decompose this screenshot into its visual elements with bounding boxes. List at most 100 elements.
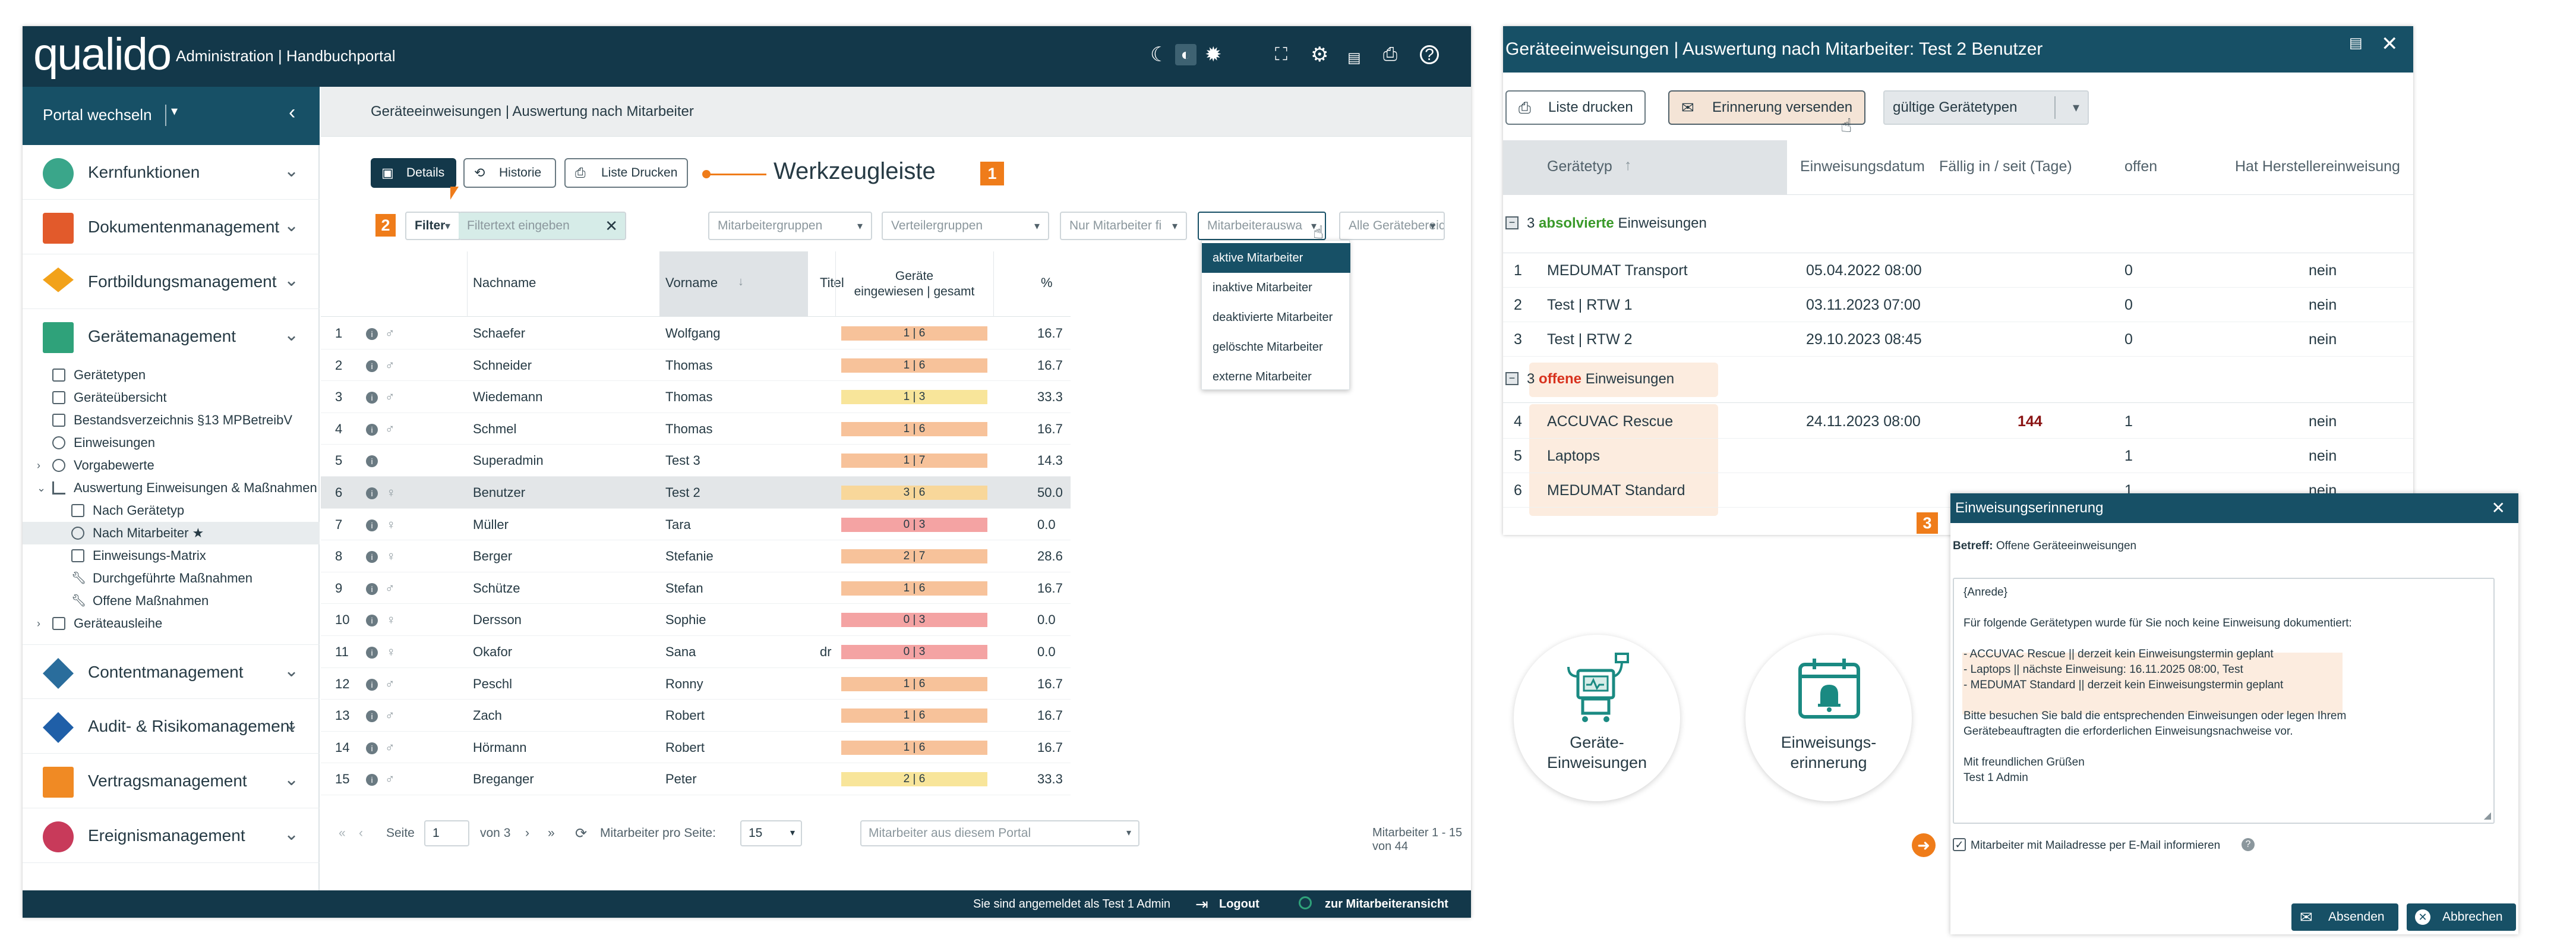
sidebar-item-nach-mitarbeiter[interactable]: Nach Mitarbeiter ★ (23, 522, 320, 544)
chevron-down-icon[interactable]: ⌄ (284, 769, 299, 790)
info-icon[interactable]: i (366, 423, 378, 436)
table-row[interactable]: 5 i Superadmin Test 3 1 | 7 14.3 (321, 445, 1071, 477)
info-icon[interactable]: i (366, 647, 378, 659)
table-row[interactable]: 8 i ♀ Berger Stefanie 2 | 7 28.6 (321, 540, 1071, 572)
table-row[interactable]: 3 i ♂ Wiedemann Thomas 1 | 3 33.3 (321, 381, 1071, 413)
clear-icon[interactable]: ✕ (605, 213, 618, 239)
portal-switch-label[interactable]: Portal wechseln (43, 106, 152, 124)
info-icon[interactable]: i (366, 615, 378, 627)
table-row[interactable]: 2 i ♂ Schneider Thomas 1 | 6 16.7 (321, 349, 1071, 382)
nur-mitarbeiter-select[interactable]: Nur Mitarbeiter fi ▾ (1060, 212, 1187, 240)
chevron-down-icon[interactable]: ⌄ (284, 714, 299, 735)
dropdown-option-inaktive[interactable]: inaktive Mitarbeiter (1202, 273, 1350, 303)
geraetebereiche-select[interactable]: Alle Gerätebereiche▾ (1339, 212, 1445, 240)
module-dokumentenmanagement[interactable]: Dokumentenmanagement ⌄ (23, 200, 320, 254)
header-hersteller[interactable]: Hat Herstellereinweisung (2235, 158, 2400, 175)
message-textarea[interactable]: {Anrede} Für folgende Gerätetypen wurde f… (1953, 578, 2495, 824)
info-icon[interactable]: i (366, 774, 378, 786)
pdf-icon[interactable]: ▤ (1347, 46, 1361, 70)
close-icon[interactable]: ✕ (2492, 493, 2505, 523)
close-icon[interactable]: ✕ (2381, 32, 2398, 56)
collapse-icon[interactable]: − (1505, 372, 1519, 385)
table-row[interactable]: 10 i ♀ Dersson Sophie 0 | 3 0.0 (321, 604, 1071, 636)
header-faellig[interactable]: Fällig in / seit (Tage) (1939, 158, 2072, 175)
info-icon[interactable]: i (366, 678, 378, 691)
header-geraetetyp[interactable]: Gerätetyp (1547, 158, 1612, 175)
header-nachname[interactable]: Nachname (473, 275, 536, 291)
info-icon[interactable]: i (366, 392, 378, 404)
help-icon[interactable]: ? (1420, 45, 1439, 64)
table-row[interactable]: 3 Test | RTW 2 29.10.2023 08:45 0 nein (1503, 322, 2413, 357)
chevron-down-icon[interactable]: ⌄ (284, 215, 299, 236)
scan-icon[interactable]: ⛶ (1275, 43, 1287, 67)
module-ereignismanagement[interactable]: Ereignismanagement ⌄ (23, 808, 320, 863)
info-icon[interactable]: i (366, 487, 378, 499)
last-page-icon[interactable]: » (548, 826, 555, 840)
module-audit[interactable]: Audit- & Risikomanagement ⌄ (23, 699, 320, 754)
send-reminder-button[interactable]: ✉ Erinnerung versenden (1668, 90, 1865, 125)
table-row[interactable]: 14 i ♂ Hörmann Robert 1 | 6 16.7 (321, 732, 1071, 764)
portal-filter-select[interactable]: Mitarbeiter aus diesem Portal ▾ (860, 820, 1139, 846)
table-row[interactable]: 11 i ♀ Okafor Sana dr 0 | 3 0.0 (321, 636, 1071, 668)
table-row[interactable]: 4 i ♂ Schmel Thomas 1 | 6 16.7 (321, 413, 1071, 445)
info-icon[interactable]: i (366, 519, 378, 531)
table-row[interactable]: 1 MEDUMAT Transport 05.04.2022 08:00 0 nein (1503, 253, 2413, 288)
filter-text-input[interactable]: Filtertext eingeben ✕ (459, 212, 626, 240)
header-pct[interactable]: % (1041, 275, 1053, 291)
chevron-right-icon[interactable]: › (37, 612, 40, 635)
table-row[interactable]: 7 i ♀ Müller Tara 0 | 3 0.0 (321, 509, 1071, 541)
logout-icon[interactable]: ⇥ (1195, 895, 1208, 914)
print-list-button[interactable]: ⎙ Liste Drucken (564, 158, 688, 188)
chevron-up-icon[interactable]: ⌄ (284, 325, 299, 345)
header-einweisungsdatum[interactable]: Einweisungsdatum (1800, 158, 1925, 175)
per-page-select[interactable]: 15 ▾ (740, 820, 802, 846)
module-contentmanagement[interactable]: Contentmanagement ⌄ (23, 644, 320, 699)
dropdown-option-aktive[interactable]: aktive Mitarbeiter (1202, 243, 1350, 273)
module-vertragsmanagement[interactable]: Vertragsmanagement ⌄ (23, 754, 320, 808)
info-icon[interactable]: i (366, 455, 378, 468)
info-icon[interactable]: i (366, 710, 378, 723)
print-list-button[interactable]: ⎙ Liste drucken (1505, 90, 1646, 125)
chevron-down-icon[interactable]: ⌄ (284, 160, 299, 181)
chevron-right-icon[interactable]: › (37, 454, 40, 477)
next-page-icon[interactable]: › (525, 826, 529, 840)
table-row[interactable]: 13 i ♂ Zach Robert 1 | 6 16.7 (321, 700, 1071, 732)
sort-asc-icon[interactable]: ↑ (1624, 157, 1632, 174)
prev-page-icon[interactable]: ‹ (359, 826, 363, 840)
device-types-select[interactable]: gültige Gerätetypen ▾ (1883, 90, 2089, 125)
send-button[interactable]: ✉ Absenden (2291, 903, 2398, 931)
moon-icon[interactable]: ☾ (1150, 43, 1168, 67)
header-geraete[interactable]: Geräte (835, 269, 993, 284)
page-input[interactable]: 1 (424, 820, 469, 846)
excel-icon[interactable]: ▤ (2349, 34, 2363, 52)
chevron-down-icon[interactable]: ⌄ (37, 477, 46, 499)
resize-handle-icon[interactable]: ◢ (2484, 810, 2491, 821)
chevron-down-icon[interactable]: ⌄ (284, 660, 299, 681)
group-offen[interactable]: − 3 offene Einweisungen (1503, 357, 2413, 403)
verteilergruppen-select[interactable]: Verteilergruppen ▾ (882, 212, 1049, 240)
mitarbeitergruppen-select[interactable]: Mitarbeitergruppen ▾ (708, 212, 872, 240)
refresh-icon[interactable]: ⟳ (575, 825, 587, 842)
logout-link[interactable]: Logout (1219, 898, 1259, 911)
mitarbeiterauswahl-select[interactable]: Mitarbeiterauswa ▾ (1198, 212, 1326, 240)
printer-icon[interactable]: ⎙ (1383, 43, 1397, 67)
chevron-down-icon[interactable]: ⌄ (284, 824, 299, 845)
table-row[interactable]: 15 i ♂ Breganger Peter 2 | 6 33.3 (321, 763, 1071, 795)
portal-switch-bar[interactable]: Portal wechseln ▾ ‹ (23, 87, 320, 145)
module-geraetemanagement[interactable]: Gerätemanagement ⌄ (23, 309, 320, 364)
collapse-sidebar-icon[interactable]: ‹ (289, 101, 295, 124)
module-kernfunktionen[interactable]: Kernfunktionen ⌄ (23, 145, 320, 200)
cancel-button[interactable]: ✕ Abbrechen (2407, 903, 2516, 931)
table-row[interactable]: 2 Test | RTW 1 03.11.2023 07:00 0 nein (1503, 288, 2413, 322)
header-geraete-sub[interactable]: eingewiesen | gesamt (835, 285, 993, 299)
table-row[interactable]: 6 i ♀ Benutzer Test 2 3 | 6 50.0 (321, 477, 1071, 509)
chevron-down-icon[interactable]: ⌄ (284, 270, 299, 291)
table-row[interactable]: 1 i ♂ Schaefer Wolfgang 1 | 6 16.7 (321, 317, 1071, 349)
header-vorname[interactable]: Vorname (665, 275, 718, 291)
chevron-down-icon[interactable]: ▾ (171, 103, 178, 119)
info-icon[interactable]: i (366, 582, 378, 595)
notify-checkbox[interactable]: ✓ (1953, 838, 1966, 851)
header-offen[interactable]: offen (2124, 158, 2157, 175)
group-absolviert[interactable]: − 3 absolvierte Einweisungen (1503, 195, 2413, 253)
table-row[interactable]: 4 ACCUVAC Rescue 24.11.2023 08:00 144 1 nein (1503, 404, 2413, 439)
